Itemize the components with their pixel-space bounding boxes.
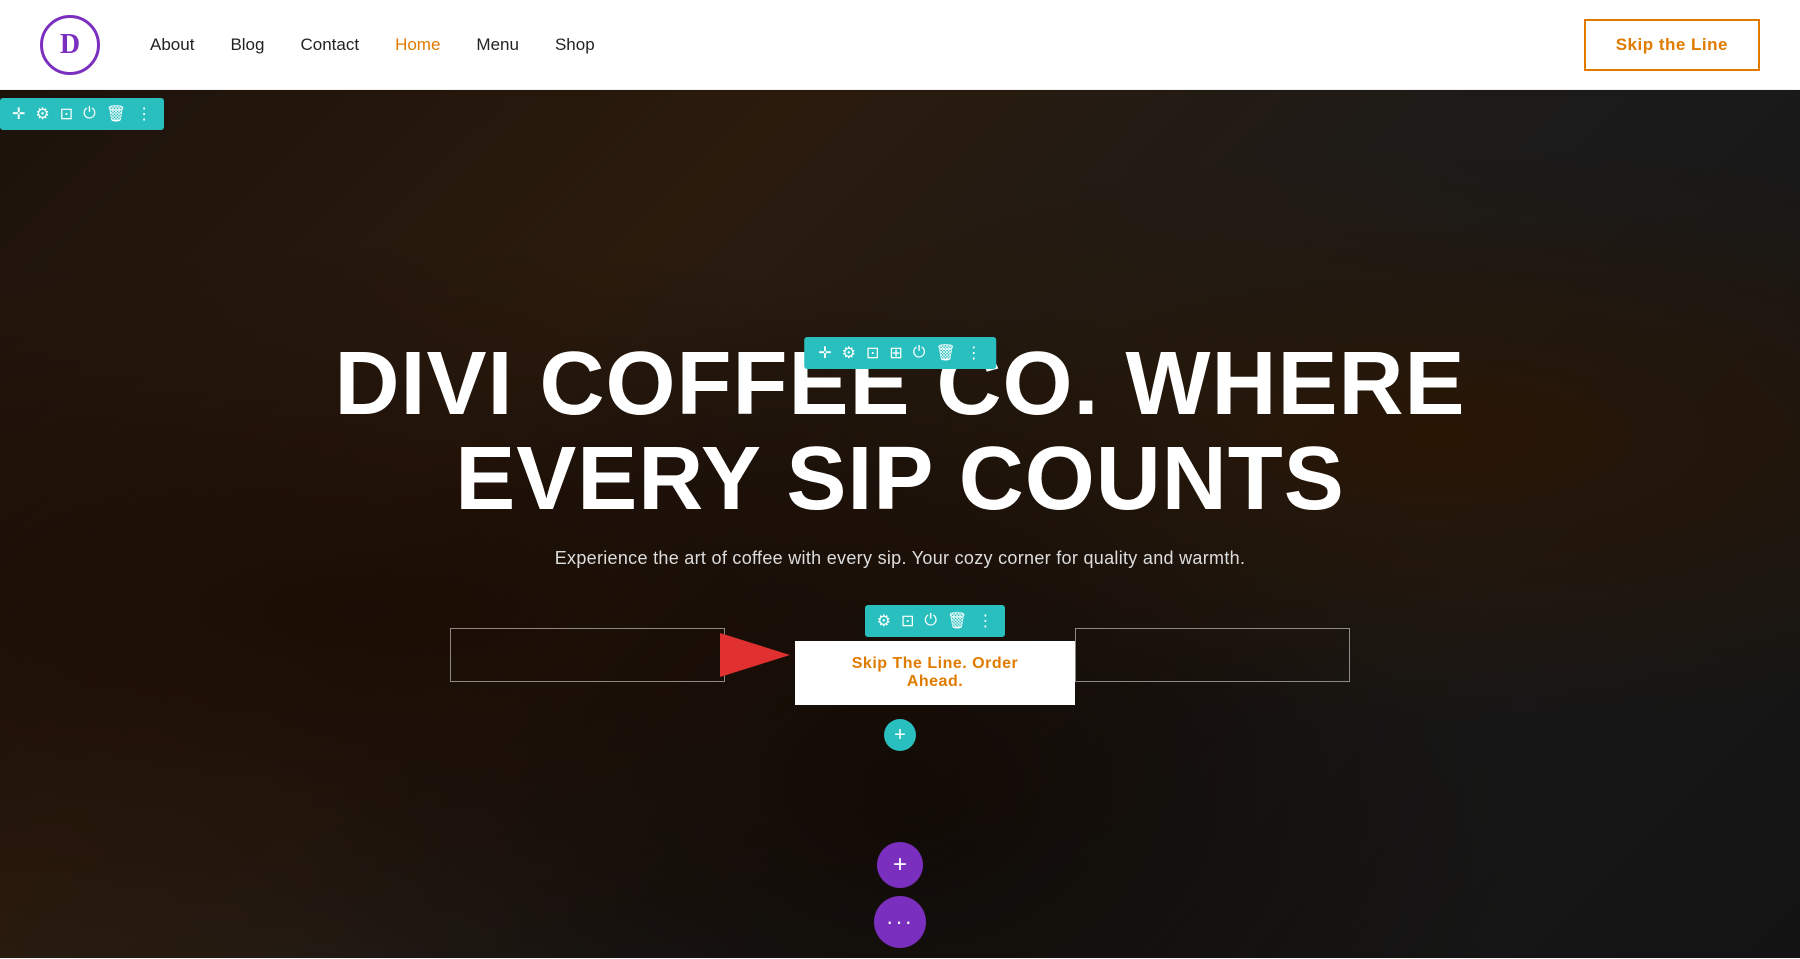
power-icon-mid[interactable]: ⏻ bbox=[913, 344, 926, 362]
cta-right-placeholder bbox=[1075, 628, 1350, 682]
duplicate-icon-mid[interactable]: ⊡ bbox=[866, 343, 879, 363]
hero-title-block: ✛ ⚙ ⊡ ⊞ ⏻ 🗑 ⋮ DIVI COFFEE CO. WHERE EVER… bbox=[334, 337, 1465, 526]
settings-icon-btn[interactable]: ⚙ bbox=[877, 611, 891, 631]
more-options-button[interactable]: ··· bbox=[874, 896, 926, 948]
nav-item-menu[interactable]: Menu bbox=[476, 35, 519, 55]
skip-the-line-button[interactable]: Skip the Line bbox=[1584, 19, 1760, 71]
skip-cta-button[interactable]: Skip The Line. Order Ahead. bbox=[795, 641, 1075, 705]
nav-link-menu[interactable]: Menu bbox=[476, 35, 519, 54]
navbar: D About Blog Contact Home Menu Shop Skip… bbox=[0, 0, 1800, 90]
delete-icon-btn[interactable]: 🗑 bbox=[947, 611, 967, 631]
cta-left-placeholder bbox=[450, 628, 725, 682]
more-icon-btn[interactable]: ⋮ bbox=[977, 611, 993, 631]
more-icon[interactable]: ⋮ bbox=[136, 104, 152, 124]
nav-item-shop[interactable]: Shop bbox=[555, 35, 595, 55]
top-section-toolbar[interactable]: ✛ ⚙ ⊡ ⏻ 🗑 ⋮ bbox=[0, 98, 164, 130]
hero-title-line2: EVERY SIP COUNTS bbox=[455, 429, 1345, 529]
nav-links: About Blog Contact Home Menu Shop bbox=[150, 35, 595, 55]
logo[interactable]: D bbox=[40, 15, 100, 75]
nav-item-about[interactable]: About bbox=[150, 35, 194, 55]
logo-letter: D bbox=[60, 29, 80, 61]
plus-icon-large: + bbox=[893, 851, 907, 879]
nav-item-contact[interactable]: Contact bbox=[300, 35, 359, 55]
delete-icon[interactable]: 🗑 bbox=[106, 104, 126, 124]
nav-item-blog[interactable]: Blog bbox=[230, 35, 264, 55]
red-arrow-icon bbox=[720, 633, 790, 677]
hero-subtitle: Experience the art of coffee with every … bbox=[555, 548, 1246, 569]
columns-icon[interactable]: ⊞ bbox=[889, 343, 902, 363]
duplicate-icon-btn[interactable]: ⊡ bbox=[901, 611, 914, 631]
navbar-left: D About Blog Contact Home Menu Shop bbox=[40, 15, 595, 75]
delete-icon-mid[interactable]: 🗑 bbox=[935, 343, 955, 363]
nav-link-about[interactable]: About bbox=[150, 35, 194, 54]
nav-link-home[interactable]: Home bbox=[395, 35, 440, 54]
nav-link-shop[interactable]: Shop bbox=[555, 35, 595, 54]
nav-link-blog[interactable]: Blog bbox=[230, 35, 264, 54]
hero-content: ✛ ⚙ ⊡ ⊞ ⏻ 🗑 ⋮ DIVI COFFEE CO. WHERE EVER… bbox=[0, 90, 1800, 958]
power-icon[interactable]: ⏻ bbox=[83, 105, 96, 123]
bottom-controls: + ··· bbox=[874, 842, 926, 948]
cta-button-wrapper: ⚙ ⊡ ⏻ 🗑 ⋮ Skip The Line. Order Ahead. bbox=[795, 605, 1075, 705]
more-icon-mid[interactable]: ⋮ bbox=[966, 343, 982, 363]
move-icon-mid[interactable]: ✛ bbox=[818, 343, 831, 363]
add-section-button[interactable]: + bbox=[877, 842, 923, 888]
btn-toolbar[interactable]: ⚙ ⊡ ⏻ 🗑 ⋮ bbox=[865, 605, 1006, 637]
duplicate-icon[interactable]: ⊡ bbox=[60, 104, 73, 124]
nav-item-home[interactable]: Home bbox=[395, 35, 440, 55]
plus-icon-small: + bbox=[894, 724, 906, 747]
hero-section: ✛ ⚙ ⊡ ⏻ 🗑 ⋮ ✛ ⚙ ⊡ ⊞ ⏻ 🗑 ⋮ DIVI COFFEE CO… bbox=[0, 90, 1800, 958]
power-icon-btn[interactable]: ⏻ bbox=[924, 612, 937, 630]
settings-icon-mid[interactable]: ⚙ bbox=[842, 343, 856, 363]
dots-icon: ··· bbox=[886, 909, 914, 935]
cta-row: ⚙ ⊡ ⏻ 🗑 ⋮ Skip The Line. Order Ahead. bbox=[450, 605, 1350, 705]
add-element-button[interactable]: + bbox=[884, 719, 916, 751]
settings-icon[interactable]: ⚙ bbox=[35, 104, 49, 124]
mid-section-toolbar[interactable]: ✛ ⚙ ⊡ ⊞ ⏻ 🗑 ⋮ bbox=[804, 337, 996, 369]
nav-link-contact[interactable]: Contact bbox=[300, 35, 359, 54]
move-icon[interactable]: ✛ bbox=[12, 104, 25, 124]
